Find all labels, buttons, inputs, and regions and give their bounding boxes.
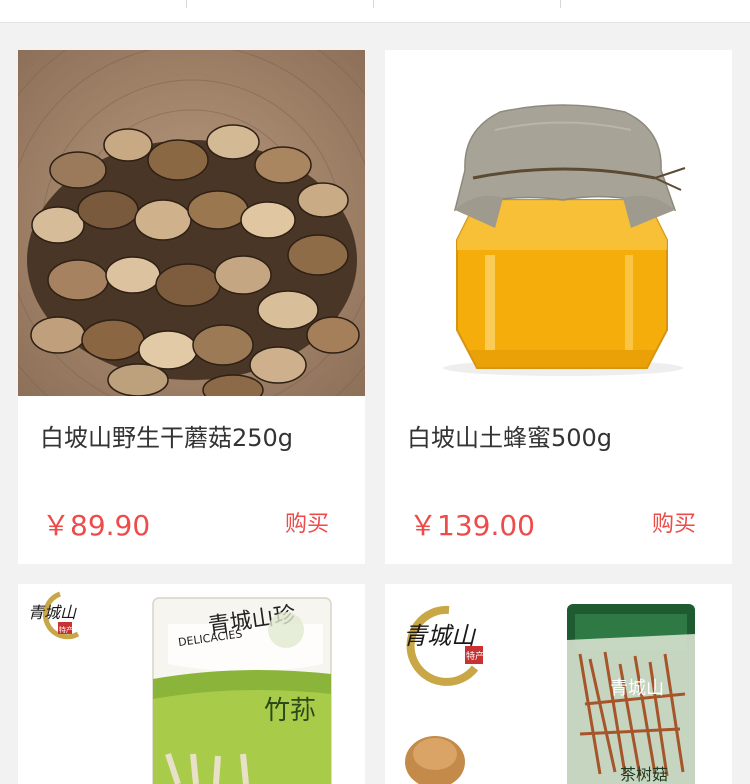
product-image-tea-tree-mushroom[interactable]: 青城山 特产 青城山 茶树菇 [385, 584, 732, 784]
product-image-bamboo-fungus[interactable]: 青城山 特产 青城山珍 DELICACIES 竹荪 [18, 584, 365, 784]
product-card[interactable]: 青城山 特产 青城山 茶树菇 [385, 584, 732, 784]
product-card[interactable]: 青城山 特产 青城山珍 DELICACIES 竹荪 [18, 584, 365, 784]
honey-jar-photo [385, 50, 732, 396]
seal-text: 特产 [59, 625, 73, 634]
package-brand-text: 青城山 [610, 678, 664, 699]
package-product-text: 竹荪 [264, 696, 316, 726]
category-tab-bar [0, 0, 750, 23]
buy-button[interactable]: 购买 [652, 506, 696, 538]
package-product-text: 茶树菇 [620, 765, 668, 784]
tab-divider [186, 0, 187, 8]
brand-logo-text: 青城山 [28, 603, 77, 622]
product-price: ￥89.90 [42, 509, 151, 542]
brand-logo-text: 青城山 [403, 622, 477, 650]
seal-text: 特产 [466, 650, 484, 662]
product-title[interactable]: 白坡山土蜂蜜500g [407, 418, 612, 453]
product-title[interactable]: 白坡山野生干蘑菇250g [40, 418, 293, 453]
product-price: ￥139.00 [409, 509, 535, 542]
tea-tree-mushroom-photo: 青城山 特产 青城山 茶树菇 [385, 584, 732, 784]
buy-button[interactable]: 购买 [285, 506, 329, 538]
bamboo-fungus-photo: 青城山 特产 青城山珍 DELICACIES 竹荪 [18, 584, 365, 784]
product-image-honey[interactable] [385, 50, 732, 396]
tab-divider [560, 0, 561, 8]
product-card[interactable]: 白坡山土蜂蜜500g ￥139.00 购买 [385, 50, 732, 564]
tab-divider [373, 0, 374, 8]
product-image-dried-mushrooms[interactable] [18, 50, 365, 396]
product-card[interactable]: 白坡山野生干蘑菇250g ￥89.90 购买 [18, 50, 365, 564]
mushroom-photo [18, 50, 365, 396]
